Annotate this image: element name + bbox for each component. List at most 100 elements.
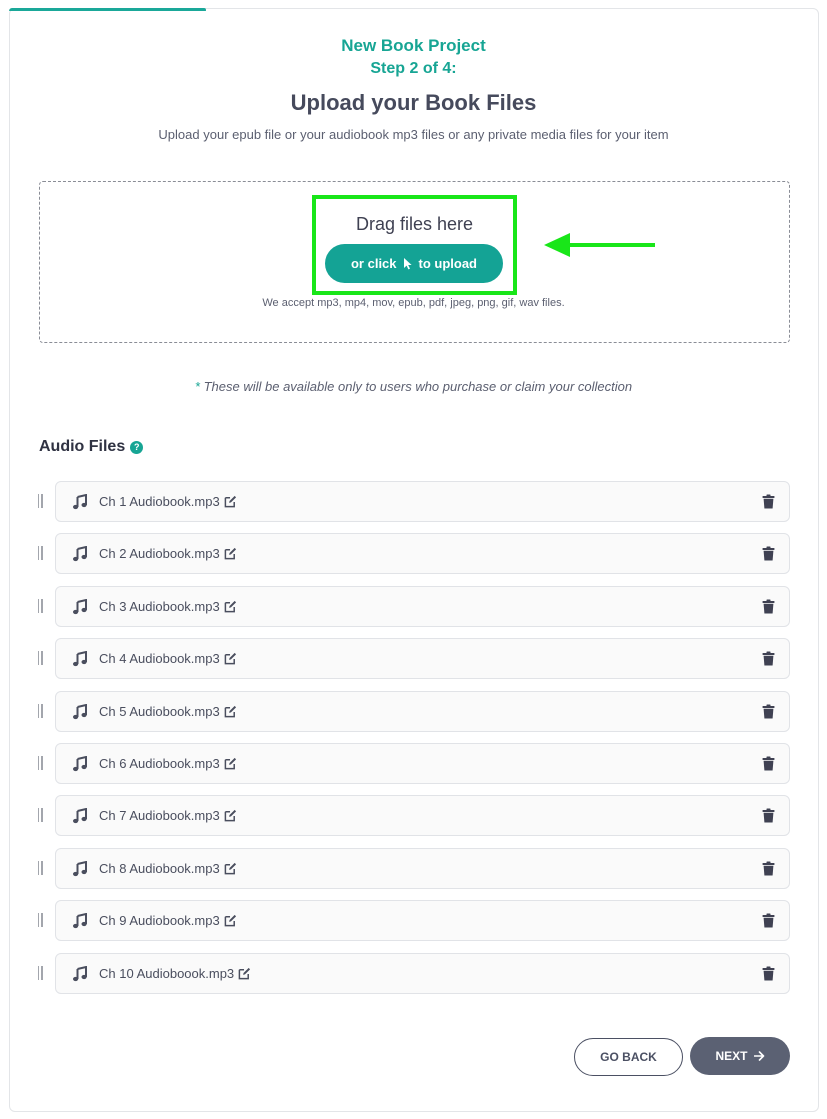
file-item: Ch 6 Audiobook.mp3 bbox=[55, 742, 790, 784]
edit-icon[interactable] bbox=[224, 547, 237, 560]
note-text: These will be available only to users wh… bbox=[203, 379, 633, 394]
drag-handle-icon[interactable] bbox=[36, 965, 44, 980]
drag-handle-icon[interactable] bbox=[36, 546, 44, 561]
drag-handle-icon[interactable] bbox=[36, 808, 44, 823]
file-row: Ch 3 Audiobook.mp3 bbox=[36, 585, 790, 627]
page-title: Upload your Book Files bbox=[290, 90, 537, 115]
file-name[interactable]: Ch 8 Audiobook.mp3 bbox=[99, 861, 237, 876]
file-item: Ch 2 Audiobook.mp3 bbox=[55, 533, 790, 575]
music-note-icon bbox=[73, 651, 87, 667]
availability-note: * These will be available only to users … bbox=[0, 379, 827, 394]
edit-icon[interactable] bbox=[224, 914, 237, 927]
file-name[interactable]: Ch 4 Audiobook.mp3 bbox=[99, 651, 237, 666]
file-name-text: Ch 5 Audiobook.mp3 bbox=[99, 703, 220, 719]
step-label: Step 2 of 4: bbox=[370, 60, 457, 77]
edit-icon[interactable] bbox=[224, 862, 237, 875]
cursor-icon bbox=[403, 258, 412, 270]
file-name-text: Ch 4 Audiobook.mp3 bbox=[99, 651, 220, 667]
arrow-right-icon bbox=[753, 1051, 764, 1061]
music-note-icon bbox=[73, 494, 87, 510]
pointer-arrow-icon bbox=[544, 233, 655, 257]
drag-handle-icon[interactable] bbox=[36, 703, 44, 718]
trash-icon[interactable] bbox=[762, 494, 775, 509]
file-name[interactable]: Ch 9 Audiobook.mp3 bbox=[99, 913, 237, 928]
file-row: Ch 1 Audiobook.mp3 bbox=[36, 481, 790, 522]
upload-button-prefix: or click bbox=[350, 256, 397, 271]
file-item: Ch 4 Audiobook.mp3 bbox=[55, 638, 790, 680]
file-name[interactable]: Ch 6 Audiobook.mp3 bbox=[99, 756, 237, 771]
music-note-icon bbox=[73, 965, 87, 981]
drag-handle-icon[interactable] bbox=[36, 651, 44, 666]
file-name-text: Ch 7 Audiobook.mp3 bbox=[99, 808, 220, 824]
music-note-icon bbox=[73, 703, 87, 719]
music-note-icon bbox=[73, 808, 87, 824]
file-name[interactable]: Ch 1 Audiobook.mp3 bbox=[99, 494, 237, 509]
progress-fill bbox=[9, 8, 206, 11]
trash-icon[interactable] bbox=[762, 861, 775, 876]
upload-button[interactable]: or click to upload bbox=[325, 244, 503, 283]
file-row: Ch 2 Audiobook.mp3 bbox=[36, 533, 790, 575]
audio-files-heading: Audio Files ? bbox=[39, 438, 144, 456]
trash-icon[interactable] bbox=[762, 599, 775, 614]
drag-handle-icon[interactable] bbox=[36, 860, 44, 875]
file-name-text: Ch 8 Audiobook.mp3 bbox=[99, 860, 220, 876]
file-row: Ch 4 Audiobook.mp3 bbox=[36, 638, 790, 680]
drag-handle-icon[interactable] bbox=[36, 598, 44, 613]
audio-file-list: Ch 1 Audiobook.mp3 Ch 2 Audiobook.mp3 Ch 3… bbox=[36, 481, 790, 1005]
note-asterisk: * bbox=[194, 379, 200, 394]
file-name-text: Ch 10 Audioboook.mp3 bbox=[99, 965, 235, 981]
file-item: Ch 3 Audiobook.mp3 bbox=[55, 585, 790, 627]
go-back-button[interactable]: GO BACK bbox=[574, 1038, 683, 1076]
next-button-label: NEXT bbox=[715, 1049, 748, 1063]
trash-icon[interactable] bbox=[762, 651, 775, 666]
file-item: Ch 9 Audiobook.mp3 bbox=[55, 900, 790, 942]
progress-bar bbox=[9, 8, 819, 11]
file-name-text: Ch 3 Audiobook.mp3 bbox=[99, 598, 220, 614]
next-button[interactable]: NEXT bbox=[690, 1037, 790, 1075]
file-row: Ch 9 Audiobook.mp3 bbox=[36, 900, 790, 942]
music-note-icon bbox=[73, 598, 87, 614]
drag-handle-icon[interactable] bbox=[36, 755, 44, 770]
edit-icon[interactable] bbox=[224, 705, 237, 718]
drag-handle-icon[interactable] bbox=[36, 494, 44, 508]
trash-icon[interactable] bbox=[762, 966, 775, 981]
edit-icon[interactable] bbox=[224, 600, 237, 613]
edit-icon[interactable] bbox=[224, 809, 237, 822]
file-name-text: Ch 9 Audiobook.mp3 bbox=[99, 913, 220, 929]
music-note-icon bbox=[73, 755, 87, 772]
edit-icon[interactable] bbox=[224, 652, 237, 665]
audio-files-title: Audio Files bbox=[39, 438, 126, 455]
file-item: Ch 7 Audiobook.mp3 bbox=[55, 795, 790, 837]
file-item: Ch 8 Audiobook.mp3 bbox=[55, 847, 790, 889]
file-row: Ch 5 Audiobook.mp3 bbox=[36, 690, 790, 732]
drag-files-label: Drag files here bbox=[355, 214, 474, 234]
file-name-text: Ch 2 Audiobook.mp3 bbox=[99, 546, 220, 562]
file-name[interactable]: Ch 7 Audiobook.mp3 bbox=[99, 808, 237, 823]
trash-icon[interactable] bbox=[762, 808, 775, 823]
music-note-icon bbox=[73, 860, 87, 876]
trash-icon[interactable] bbox=[762, 546, 775, 561]
help-icon[interactable]: ? bbox=[130, 440, 144, 454]
file-name[interactable]: Ch 2 Audiobook.mp3 bbox=[99, 546, 237, 561]
edit-icon[interactable] bbox=[224, 495, 237, 508]
trash-icon[interactable] bbox=[762, 756, 775, 771]
edit-icon[interactable] bbox=[224, 757, 237, 770]
edit-icon[interactable] bbox=[238, 967, 251, 980]
drag-handle-icon[interactable] bbox=[36, 913, 44, 928]
file-name[interactable]: Ch 5 Audiobook.mp3 bbox=[99, 704, 237, 719]
file-item: Ch 5 Audiobook.mp3 bbox=[55, 690, 790, 732]
accepted-formats-text: We accept mp3, mp4, mov, epub, pdf, jpeg… bbox=[262, 297, 565, 309]
file-row: Ch 8 Audiobook.mp3 bbox=[36, 847, 790, 889]
trash-icon[interactable] bbox=[762, 913, 775, 928]
file-row: Ch 6 Audiobook.mp3 bbox=[36, 742, 790, 784]
trash-icon[interactable] bbox=[762, 704, 775, 719]
file-row: Ch 10 Audioboook.mp3 bbox=[36, 952, 790, 994]
file-name[interactable]: Ch 10 Audioboook.mp3 bbox=[99, 966, 251, 981]
file-row: Ch 7 Audiobook.mp3 bbox=[36, 795, 790, 837]
music-note-icon bbox=[73, 546, 87, 562]
file-item: Ch 10 Audioboook.mp3 bbox=[55, 952, 790, 994]
upload-button-suffix: to upload bbox=[418, 256, 478, 271]
file-name[interactable]: Ch 3 Audiobook.mp3 bbox=[99, 599, 237, 614]
file-name-text: Ch 6 Audiobook.mp3 bbox=[99, 755, 220, 771]
file-item: Ch 1 Audiobook.mp3 bbox=[55, 481, 790, 522]
